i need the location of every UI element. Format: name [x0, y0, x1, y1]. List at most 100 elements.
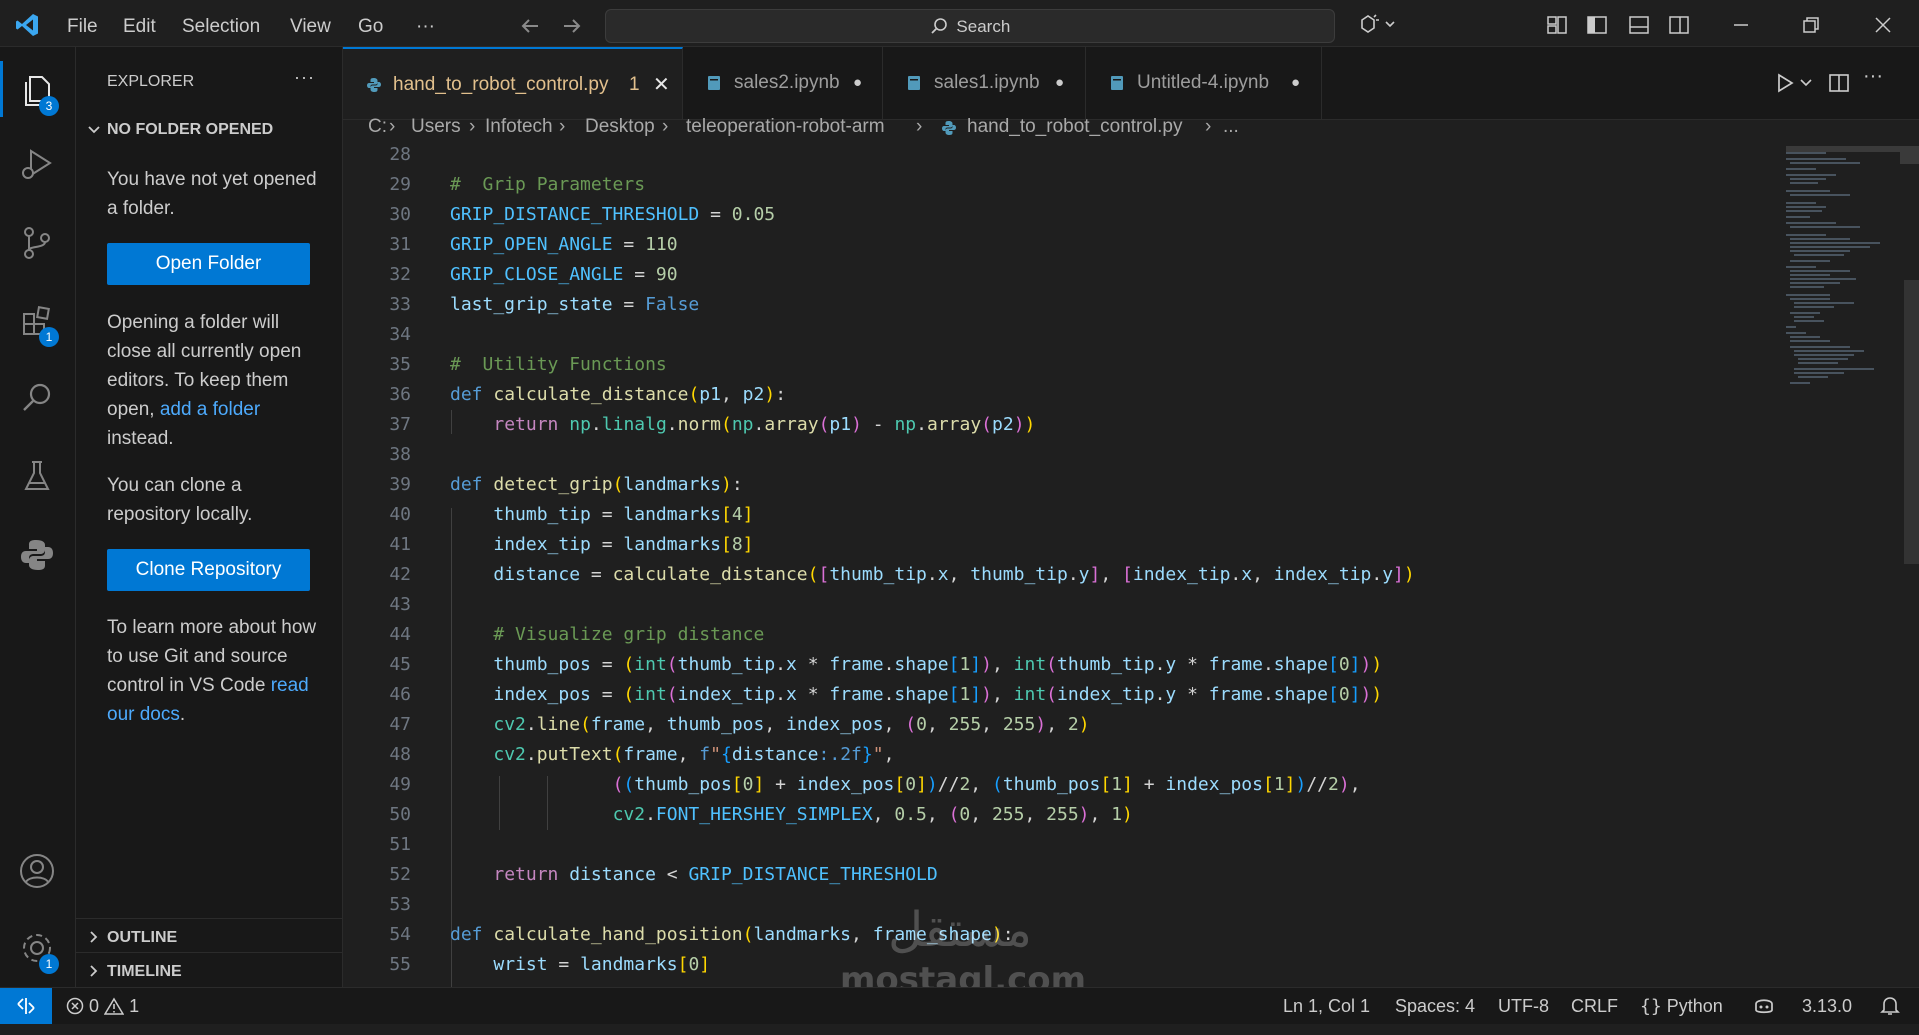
command-center-search[interactable]: Search	[605, 9, 1335, 43]
split-editor-icon[interactable]	[1827, 71, 1851, 95]
tab-untitled-4[interactable]: Untitled-4.ipynb ●	[1086, 47, 1322, 119]
manage-activity[interactable]: 1	[0, 917, 75, 977]
tab-dirty-indicator[interactable]: ●	[853, 47, 862, 119]
breadcrumb-item[interactable]: hand_to_robot_control.py	[967, 116, 1183, 138]
tab-label: hand_to_robot_control.py	[393, 74, 609, 95]
tab-dirty-indicator[interactable]: ●	[1055, 47, 1064, 119]
menu-view[interactable]: View	[290, 0, 331, 46]
tab-hand-to-robot-control[interactable]: hand_to_robot_control.py 1 ✕	[343, 47, 683, 119]
python-activity[interactable]	[0, 524, 75, 584]
eol-setting[interactable]: CRLF	[1571, 988, 1618, 1024]
copilot-status-icon[interactable]	[1752, 988, 1776, 1024]
sidebar-more-button[interactable]: ···	[294, 67, 315, 88]
menu-more[interactable]: ···	[416, 0, 435, 46]
code-line: 34	[343, 320, 1783, 350]
editor-more-actions[interactable]: ···	[1863, 65, 1883, 88]
search-icon	[23, 383, 51, 411]
tab-label: Untitled-4.ipynb	[1137, 72, 1270, 93]
breadcrumb-item[interactable]: Users	[411, 116, 461, 138]
forward-arrow-icon[interactable]	[560, 14, 584, 38]
code-line: 45 thumb_pos = (int(thumb_tip.x * frame.…	[343, 650, 1783, 680]
chevron-right-icon	[90, 965, 98, 977]
outline-section-header[interactable]: OUTLINE	[84, 924, 334, 952]
line-number: 45	[389, 654, 411, 675]
line-number: 51	[389, 834, 411, 855]
toggle-secondary-sidebar-icon[interactable]	[1668, 14, 1694, 40]
search-activity[interactable]	[0, 367, 75, 427]
scrollbar-thumb[interactable]	[1904, 280, 1919, 564]
copilot-icon[interactable]	[1358, 12, 1395, 38]
code-text: wrist = landmarks[0]	[493, 954, 711, 975]
run-python-icon[interactable]	[1773, 71, 1797, 95]
minimap-lines	[1786, 152, 1880, 384]
line-number: 30	[389, 204, 411, 225]
status-bar: 0 1 Ln 1, Col 1 Spaces: 4 UTF-8 CRLF {} …	[0, 987, 1919, 1024]
toggle-panel-icon[interactable]	[1628, 14, 1654, 40]
python-interpreter-version[interactable]: 3.13.0	[1802, 988, 1852, 1024]
line-number: 34	[389, 324, 411, 345]
tab-sales1[interactable]: sales1.ipynb ●	[883, 47, 1086, 119]
minimap[interactable]	[1786, 146, 1900, 987]
open-folder-info: Opening a folder will close all currentl…	[107, 308, 327, 453]
tab-sales2[interactable]: sales2.ipynb ●	[683, 47, 883, 119]
close-window-icon[interactable]	[1872, 14, 1898, 40]
code-line: 51	[343, 830, 1783, 860]
restore-icon[interactable]	[1800, 14, 1826, 40]
language-mode[interactable]: {} Python	[1640, 988, 1723, 1025]
run-debug-activity[interactable]	[0, 133, 75, 193]
code-text: # Grip Parameters	[450, 174, 646, 195]
line-number: 44	[389, 624, 411, 645]
menu-go[interactable]: Go	[358, 0, 383, 46]
accounts-activity[interactable]	[0, 840, 75, 900]
indentation-setting[interactable]: Spaces: 4	[1395, 988, 1475, 1024]
breadcrumb-item[interactable]: Desktop	[585, 116, 655, 138]
tab-close-icon[interactable]: ✕	[653, 49, 670, 121]
problems-indicator[interactable]: 0 1	[66, 988, 139, 1024]
line-number: 53	[389, 894, 411, 915]
line-number: 35	[389, 354, 411, 375]
breadcrumb-item[interactable]: C:	[368, 116, 387, 138]
explorer-activity[interactable]: 3	[0, 59, 75, 119]
run-dropdown-chevron-icon[interactable]	[1798, 75, 1814, 91]
back-arrow-icon[interactable]	[518, 14, 542, 38]
activity-bar: 3 1 1	[0, 47, 76, 987]
line-number: 47	[389, 714, 411, 735]
toggle-primary-sidebar-icon[interactable]	[1586, 14, 1612, 40]
cursor-position[interactable]: Ln 1, Col 1	[1283, 988, 1370, 1024]
add-folder-link[interactable]: add a folder	[160, 399, 260, 420]
notifications-bell-icon[interactable]	[1880, 988, 1900, 1024]
chevron-right-icon	[90, 931, 98, 943]
menu-selection[interactable]: Selection	[182, 0, 260, 46]
breadcrumb-item[interactable]: ...	[1223, 116, 1239, 138]
code-text: thumb_pos = (int(thumb_tip.x * frame.sha…	[493, 654, 1383, 675]
code-text: index_pos = (int(index_tip.x * frame.sha…	[493, 684, 1383, 705]
python-icon	[21, 540, 53, 570]
testing-activity[interactable]	[0, 445, 75, 505]
clone-repository-button[interactable]: Clone Repository	[107, 549, 310, 591]
open-folder-button[interactable]: Open Folder	[107, 243, 310, 285]
python-file-icon	[942, 121, 956, 135]
breadcrumb-item[interactable]: teleoperation-robot-arm	[686, 116, 885, 138]
no-folder-title: NO FOLDER OPENED	[107, 121, 274, 138]
line-number: 52	[389, 864, 411, 885]
tab-dirty-indicator[interactable]: ●	[1291, 47, 1300, 119]
menu-file[interactable]: File	[67, 0, 98, 46]
code-editor[interactable]: 28 29 # Grip Parameters 30 GRIP_DISTANCE_T…	[343, 146, 1919, 987]
extensions-activity[interactable]: 1	[0, 290, 75, 350]
customize-layout-icon[interactable]	[1546, 14, 1572, 40]
notebook-file-icon	[908, 76, 920, 90]
remote-icon	[17, 998, 35, 1014]
minimize-icon[interactable]	[1730, 14, 1756, 40]
no-folder-section-header[interactable]: NO FOLDER OPENED	[84, 117, 334, 143]
code-line: 32 GRIP_CLOSE_ANGLE = 90	[343, 260, 1783, 290]
divider	[76, 952, 342, 953]
source-control-activity[interactable]	[0, 212, 75, 272]
encoding-setting[interactable]: UTF-8	[1498, 988, 1549, 1024]
breadcrumb-item[interactable]: Infotech	[485, 116, 553, 138]
code-line: 28	[343, 146, 1783, 170]
editor-scrollbar[interactable]	[1900, 146, 1919, 987]
timeline-section-header[interactable]: TIMELINE	[84, 958, 334, 986]
remote-indicator[interactable]	[0, 988, 52, 1024]
code-line: 42 distance = calculate_distance([thumb_…	[343, 560, 1783, 590]
menu-edit[interactable]: Edit	[123, 0, 156, 46]
